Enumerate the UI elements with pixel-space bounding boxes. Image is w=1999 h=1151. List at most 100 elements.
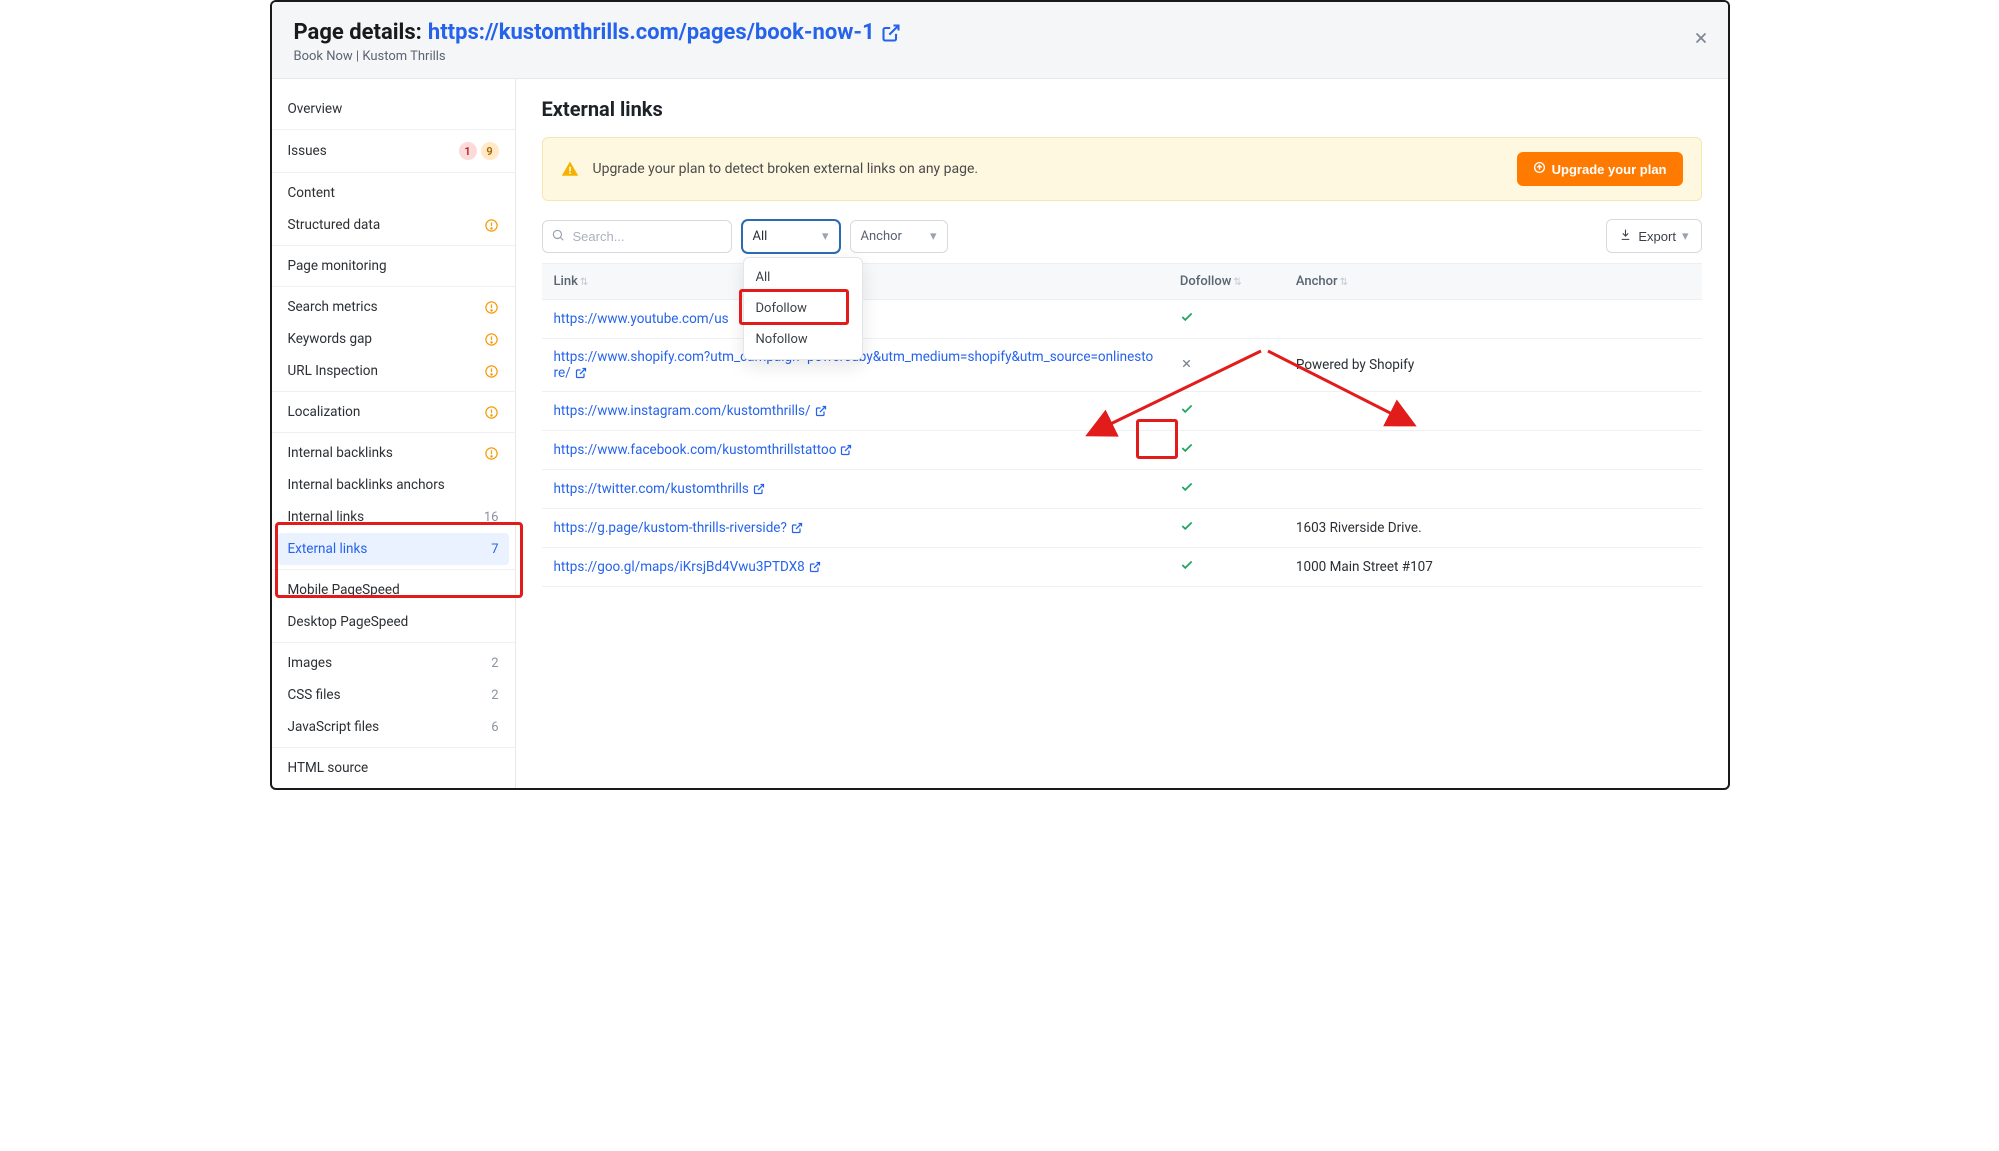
page-header: Page details: https://kustomthrills.com/… bbox=[272, 2, 1728, 79]
external-link-icon[interactable] bbox=[815, 405, 827, 417]
anchor-cell bbox=[1284, 392, 1702, 431]
sidebar-item-search-metrics[interactable]: Search metrics bbox=[272, 291, 515, 323]
upgrade-banner: Upgrade your plan to detect broken exter… bbox=[542, 137, 1702, 201]
external-link-icon[interactable] bbox=[881, 23, 901, 43]
warning-icon bbox=[484, 332, 499, 347]
warning-icon bbox=[484, 405, 499, 420]
sidebar-item-internal-links[interactable]: Internal links 16 bbox=[272, 501, 515, 533]
sidebar-item-label: URL Inspection bbox=[288, 363, 378, 379]
dofollow-cell bbox=[1168, 392, 1284, 431]
link-cell: https://goo.gl/maps/iKrsjBd4Vwu3PTDX8 bbox=[542, 548, 1168, 587]
sidebar-item-label: Internal backlinks anchors bbox=[288, 477, 445, 493]
sidebar-item-count: 16 bbox=[484, 510, 499, 525]
sidebar-item-mobile-pagespeed[interactable]: Mobile PageSpeed bbox=[272, 574, 515, 606]
links-table: Link⇅ Dofollow⇅ Anchor⇅ https://www.yout… bbox=[542, 263, 1702, 587]
col-label: Anchor bbox=[1296, 274, 1338, 289]
upgrade-icon bbox=[1533, 161, 1546, 177]
col-label: Dofollow bbox=[1180, 274, 1231, 289]
sidebar-item-url-inspection[interactable]: URL Inspection bbox=[272, 355, 515, 387]
warning-triangle-icon bbox=[561, 160, 579, 178]
sidebar-item-count: 2 bbox=[491, 688, 498, 703]
anchor-cell bbox=[1284, 300, 1702, 339]
sidebar-item-localization[interactable]: Localization bbox=[272, 396, 515, 428]
anchor-cell: Powered by Shopify bbox=[1284, 339, 1702, 392]
chevron-down-icon: ▾ bbox=[930, 229, 937, 244]
search-input-wrap bbox=[542, 220, 732, 253]
external-link-icon[interactable] bbox=[840, 444, 852, 456]
warning-icon bbox=[484, 218, 499, 233]
filter-anchor-value: Anchor bbox=[861, 229, 902, 244]
col-anchor[interactable]: Anchor⇅ bbox=[1284, 264, 1702, 300]
sidebar: Overview Issues 1 9 Content Structured d… bbox=[272, 79, 516, 788]
sidebar-item-overview[interactable]: Overview bbox=[272, 93, 515, 125]
export-button[interactable]: Export ▾ bbox=[1606, 219, 1701, 253]
anchor-cell bbox=[1284, 431, 1702, 470]
close-icon[interactable] bbox=[1692, 28, 1710, 52]
check-icon bbox=[1180, 443, 1194, 459]
sidebar-item-issues[interactable]: Issues 1 9 bbox=[272, 134, 515, 168]
check-icon bbox=[1180, 482, 1194, 498]
sidebar-item-count: 6 bbox=[491, 720, 498, 735]
check-icon bbox=[1180, 312, 1194, 328]
sort-icon: ⇅ bbox=[580, 277, 588, 288]
filter-row: All ▾ All Dofollow Nofollow Anchor ▾ bbox=[542, 219, 1702, 253]
upgrade-button[interactable]: Upgrade your plan bbox=[1517, 152, 1683, 186]
upgrade-text: Upgrade your plan to detect broken exter… bbox=[593, 161, 979, 177]
filter-anchor-dropdown[interactable]: Anchor ▾ bbox=[850, 220, 948, 253]
sidebar-item-page-monitoring[interactable]: Page monitoring bbox=[272, 250, 515, 282]
sidebar-item-desktop-pagespeed[interactable]: Desktop PageSpeed bbox=[272, 606, 515, 638]
anchor-cell: 1603 Riverside Drive. bbox=[1284, 509, 1702, 548]
col-dofollow[interactable]: Dofollow⇅ bbox=[1168, 264, 1284, 300]
sidebar-item-js-files[interactable]: JavaScript files 6 bbox=[272, 711, 515, 743]
sidebar-item-content[interactable]: Content bbox=[272, 177, 515, 209]
table-row: https://goo.gl/maps/iKrsjBd4Vwu3PTDX8 100… bbox=[542, 548, 1702, 587]
dofollow-cell bbox=[1168, 470, 1284, 509]
sidebar-item-internal-backlinks[interactable]: Internal backlinks bbox=[272, 437, 515, 469]
external-link[interactable]: https://www.youtube.com/us bbox=[554, 311, 729, 327]
external-link-icon[interactable] bbox=[791, 522, 803, 534]
external-link-icon[interactable] bbox=[753, 483, 765, 495]
search-icon bbox=[551, 228, 565, 246]
check-icon bbox=[1180, 521, 1194, 537]
sidebar-item-images[interactable]: Images 2 bbox=[272, 647, 515, 679]
external-link[interactable]: https://www.instagram.com/kustomthrills/ bbox=[554, 403, 811, 419]
anchor-cell: 1000 Main Street #107 bbox=[1284, 548, 1702, 587]
sidebar-item-label: CSS files bbox=[288, 687, 341, 703]
sidebar-item-label: Internal backlinks bbox=[288, 445, 393, 461]
external-link[interactable]: https://www.facebook.com/kustomthrillsta… bbox=[554, 442, 837, 458]
cross-icon bbox=[1180, 358, 1193, 374]
col-label: Link bbox=[554, 274, 578, 289]
dofollow-cell bbox=[1168, 509, 1284, 548]
filter-dofollow-dropdown[interactable]: All ▾ All Dofollow Nofollow bbox=[742, 220, 840, 253]
external-link[interactable]: https://goo.gl/maps/iKrsjBd4Vwu3PTDX8 bbox=[554, 559, 805, 575]
sidebar-item-keywords-gap[interactable]: Keywords gap bbox=[272, 323, 515, 355]
dropdown-option-dofollow[interactable]: Dofollow bbox=[744, 293, 862, 324]
sidebar-item-label: Internal links bbox=[288, 509, 365, 525]
dropdown-option-nofollow[interactable]: Nofollow bbox=[744, 324, 862, 355]
search-input[interactable] bbox=[542, 220, 732, 253]
page-url[interactable]: https://kustomthrills.com/pages/book-now… bbox=[428, 20, 875, 45]
external-link[interactable]: https://g.page/kustom-thrills-riverside? bbox=[554, 520, 787, 536]
external-link[interactable]: https://twitter.com/kustomthrills bbox=[554, 481, 749, 497]
sidebar-item-count: 2 bbox=[491, 656, 498, 671]
sidebar-item-css-files[interactable]: CSS files 2 bbox=[272, 679, 515, 711]
issues-error-count: 1 bbox=[459, 142, 477, 160]
sidebar-item-label: External links bbox=[288, 541, 368, 557]
table-row: https://twitter.com/kustomthrills bbox=[542, 470, 1702, 509]
sidebar-item-html-source[interactable]: HTML source bbox=[272, 752, 515, 784]
external-link-icon[interactable] bbox=[809, 561, 821, 573]
sidebar-item-internal-backlinks-anchors[interactable]: Internal backlinks anchors bbox=[272, 469, 515, 501]
dofollow-cell bbox=[1168, 339, 1284, 392]
sidebar-item-label: Structured data bbox=[288, 217, 381, 233]
page-subtitle: Book Now | Kustom Thrills bbox=[294, 49, 1706, 64]
sidebar-item-external-links[interactable]: External links 7 bbox=[278, 533, 509, 565]
sidebar-item-label: HTML source bbox=[288, 760, 369, 776]
dropdown-option-all[interactable]: All bbox=[744, 262, 862, 293]
sidebar-item-label: Keywords gap bbox=[288, 331, 373, 347]
sidebar-item-structured-data[interactable]: Structured data bbox=[272, 209, 515, 241]
export-label: Export bbox=[1638, 229, 1676, 244]
page-title: Page details: https://kustomthrills.com/… bbox=[294, 20, 1706, 45]
warning-icon bbox=[484, 300, 499, 315]
main-heading: External links bbox=[542, 97, 1702, 121]
external-link-icon[interactable] bbox=[575, 367, 587, 379]
